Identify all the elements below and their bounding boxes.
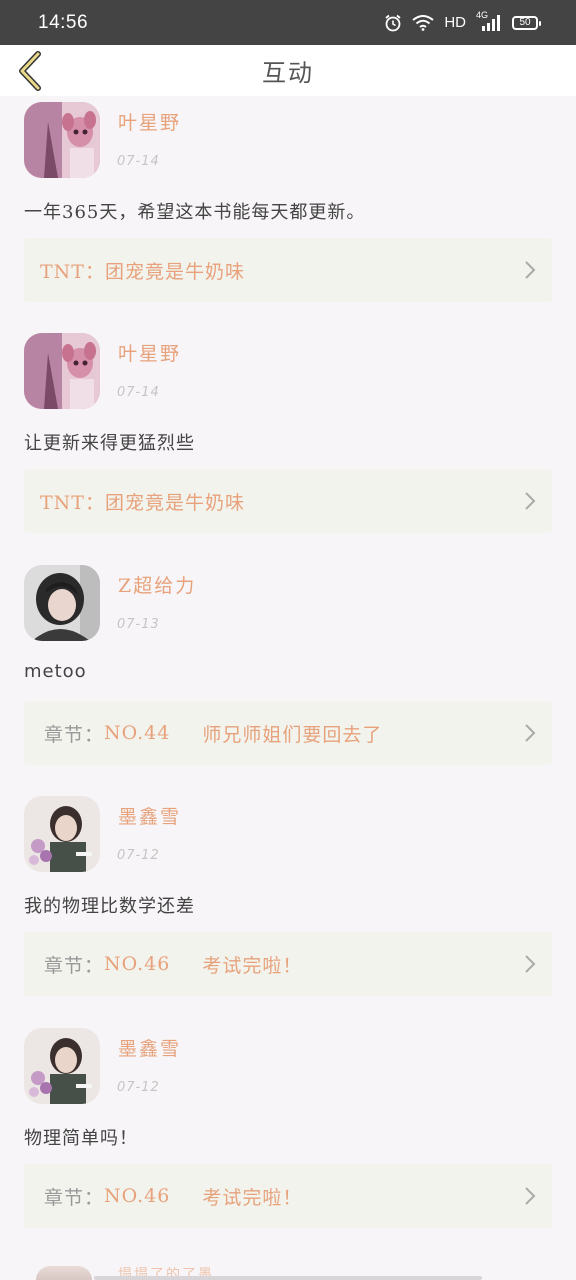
avatar[interactable] bbox=[24, 796, 100, 872]
comment-author[interactable]: Z超给力 bbox=[118, 571, 196, 598]
reference-number: NO.46 bbox=[104, 1185, 171, 1207]
comment-text: 一年365天，希望这本书能每天都更新。 bbox=[24, 202, 366, 223]
avatar[interactable] bbox=[36, 1266, 92, 1280]
chapter-reference-card[interactable]: 章节： NO.46 考试完啦！ bbox=[24, 932, 552, 996]
next-list-item-peek: 塌塌了的了墨 bbox=[0, 1262, 576, 1280]
chevron-right-icon bbox=[525, 492, 536, 510]
reference-number: NO.44 bbox=[104, 722, 171, 744]
reference-number: NO.46 bbox=[104, 953, 171, 975]
avatar[interactable] bbox=[24, 565, 100, 641]
reference-label: 章节： bbox=[44, 1186, 105, 1209]
comment-author[interactable]: 墨鑫雪 bbox=[118, 802, 181, 829]
chevron-right-icon bbox=[525, 1187, 536, 1205]
comment-text: metoo bbox=[24, 661, 87, 682]
avatar[interactable] bbox=[24, 1028, 100, 1104]
alarm-icon bbox=[385, 14, 401, 31]
avatar[interactable] bbox=[24, 102, 100, 178]
reference-title: 师兄师姐们要回去了 bbox=[202, 723, 383, 746]
comment-author[interactable]: 叶星野 bbox=[118, 339, 181, 366]
reference-title: 团宠竟是牛奶味 bbox=[104, 491, 245, 514]
reference-label: 章节： bbox=[44, 723, 105, 746]
comment-date: 07-13 bbox=[117, 617, 160, 632]
avatar[interactable] bbox=[24, 333, 100, 409]
wifi-icon bbox=[412, 14, 434, 31]
signal-icon: 4G bbox=[476, 10, 502, 32]
chevron-right-icon bbox=[525, 261, 536, 279]
chevron-right-icon bbox=[525, 955, 536, 973]
comment-date: 07-12 bbox=[117, 848, 160, 863]
reference-label: TNT： bbox=[40, 491, 105, 514]
scroll-indicator bbox=[94, 1276, 482, 1280]
status-icons: HD 4G 50 bbox=[384, 10, 541, 32]
reference-title: 考试完啦！ bbox=[202, 954, 303, 977]
comment-text: 我的物理比数学还差 bbox=[24, 896, 195, 917]
chevron-left-icon bbox=[19, 51, 41, 91]
chapter-reference-card[interactable]: 章节： NO.44 师兄师姐们要回去了 bbox=[24, 701, 552, 765]
comment-text: 让更新来得更猛烈些 bbox=[24, 433, 195, 454]
status-bar: 14:56 HD 4G 50 bbox=[0, 0, 576, 45]
list-item: 叶星野 07-14 让更新来得更猛烈些 TNT： 团宠竟是牛奶味 bbox=[0, 327, 576, 559]
status-time: 14:56 bbox=[38, 11, 89, 33]
back-button[interactable] bbox=[14, 51, 48, 91]
page-header: 互动 bbox=[0, 45, 576, 96]
reference-label: TNT： bbox=[40, 260, 105, 283]
reference-title: 考试完啦！ bbox=[202, 1186, 303, 1209]
reference-label: 章节： bbox=[44, 954, 105, 977]
comment-author[interactable]: 叶星野 bbox=[118, 108, 181, 135]
list-item: 叶星野 07-14 一年365天，希望这本书能每天都更新。 TNT： 团宠竟是牛… bbox=[0, 96, 576, 328]
page-title: 互动 bbox=[262, 59, 314, 87]
list-item: 墨鑫雪 07-12 我的物理比数学还差 章节： NO.46 考试完啦！ bbox=[0, 790, 576, 1022]
comment-date: 07-14 bbox=[117, 385, 160, 400]
comment-date: 07-14 bbox=[117, 154, 160, 169]
comment-text: 物理简单吗！ bbox=[24, 1128, 138, 1149]
chevron-right-icon bbox=[525, 724, 536, 742]
list-item: 墨鑫雪 07-12 物理简单吗！ 章节： NO.46 考试完啦！ bbox=[0, 1022, 576, 1254]
comment-date: 07-12 bbox=[117, 1080, 160, 1095]
reference-title: 团宠竟是牛奶味 bbox=[104, 260, 245, 283]
battery-level: 50 bbox=[519, 16, 531, 28]
chapter-reference-card[interactable]: 章节： NO.46 考试完啦！ bbox=[24, 1164, 552, 1228]
network-label: HD bbox=[444, 14, 466, 31]
list-item: Z超给力 07-13 metoo 章节： NO.44 师兄师姐们要回去了 bbox=[0, 559, 576, 791]
book-reference-card[interactable]: TNT： 团宠竟是牛奶味 bbox=[24, 238, 552, 302]
comment-author[interactable]: 墨鑫雪 bbox=[118, 1034, 181, 1061]
battery-icon: 50 bbox=[512, 15, 541, 30]
book-reference-card[interactable]: TNT： 团宠竟是牛奶味 bbox=[24, 469, 552, 533]
